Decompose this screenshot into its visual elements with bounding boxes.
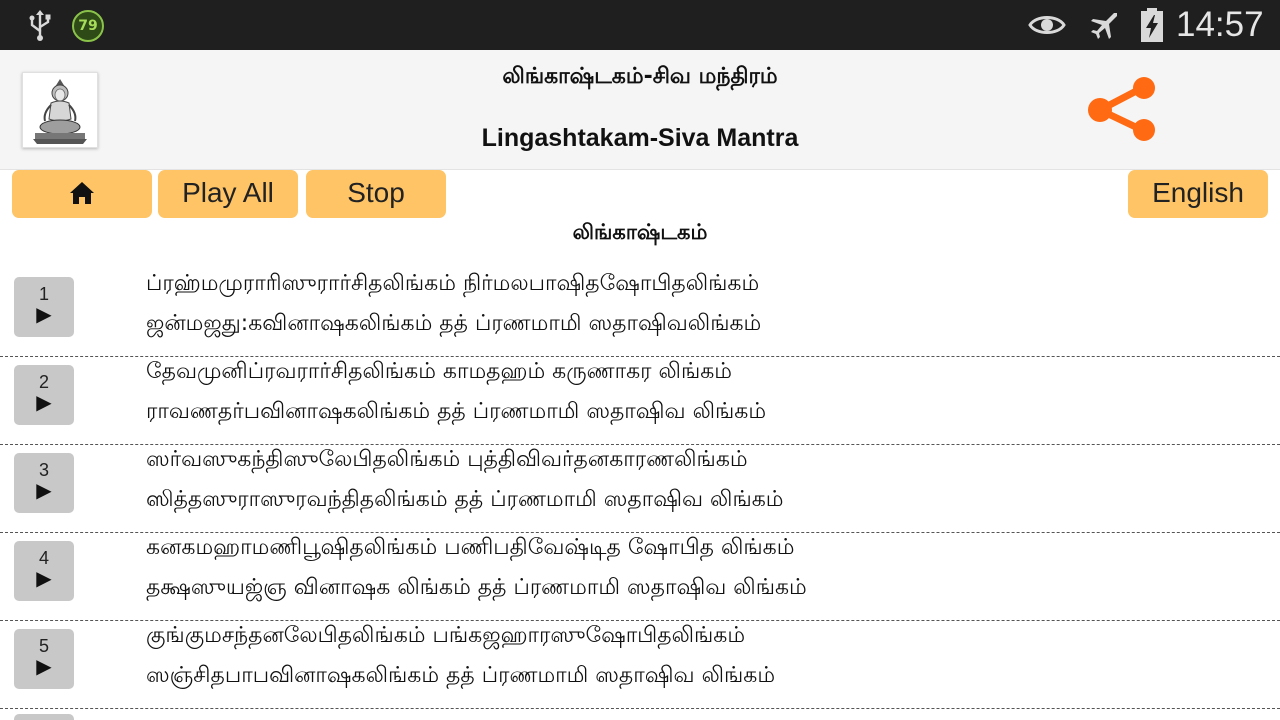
app-header: லிங்காஷ்டகம்-சிவ மந்திரம் Lingashtakam-S…: [0, 50, 1280, 170]
play-icon: ▶: [36, 302, 52, 326]
verse-number: 1: [38, 284, 49, 304]
verse-number: 4: [38, 548, 49, 568]
verse-line: ஸர்வஸுகந்திஸுலேபிதலிங்கம் புத்திவிவர்தனக…: [146, 447, 748, 472]
verse-number: 2: [38, 372, 49, 392]
notification-79-icon: 79: [72, 10, 104, 42]
verse-line: தேவமுனிப்ரவரார்சிதலிங்கம் காமதஹம் கருணாக…: [146, 359, 732, 384]
verse-line: ஜன்மஜது:கவினாஷகலிங்கம் தத் ப்ரணமாமி ஸதாஷ…: [146, 311, 762, 336]
share-icon[interactable]: [1082, 74, 1162, 146]
verse-play-button[interactable]: 1 ▶: [14, 277, 74, 337]
verse-play-button[interactable]: 2 ▶: [14, 365, 74, 425]
verse-play-button[interactable]: 4 ▶: [14, 541, 74, 601]
eye-icon: [1028, 16, 1066, 34]
verse-play-button[interactable]: 5 ▶: [14, 629, 74, 689]
verse-row: 5 ▶ குங்குமசந்தனலேபிதலிங்கம் பங்கஜஹாரஸுஷ…: [0, 621, 1280, 709]
verse-row: 2 ▶ தேவமுனிப்ரவரார்சிதலிங்கம் காமதஹம் கர…: [0, 357, 1280, 445]
verse-row: 4 ▶ கனகமஹாமணிபூஷிதலிங்கம் பணிபதிவேஷ்டித …: [0, 533, 1280, 621]
verse-line: ஸஞ்சிதபாபவினாஷகலிங்கம் தத் ப்ரணமாமி ஸதாஷ…: [146, 663, 776, 688]
verse-line: தக்ஷஸுயஜ்ஞ வினாஷக லிங்கம் தத் ப்ரணமாமி ஸ…: [146, 575, 807, 600]
usb-icon: [29, 10, 51, 41]
stop-button[interactable]: Stop: [306, 170, 446, 218]
verse-line: ராவணதர்பவினாஷகலிங்கம் தத் ப்ரணமாமி ஸதாஷி…: [146, 399, 767, 424]
verse-number: 3: [38, 460, 49, 480]
verse-play-button-partial[interactable]: [14, 714, 74, 720]
language-toggle-button[interactable]: English: [1128, 170, 1268, 218]
verse-line: ஸித்தஸுராஸுரவந்திதலிங்கம் தத் ப்ரணமாமி ஸ…: [146, 487, 784, 512]
play-icon: ▶: [36, 566, 52, 590]
home-button[interactable]: [12, 170, 152, 218]
verse-line: ப்ரஹ்மமுராரிஸுரார்சிதலிங்கம் நிர்மலபாஷித…: [146, 271, 760, 296]
battery-charging-icon: [1141, 8, 1163, 42]
airplane-mode-icon: [1091, 13, 1117, 39]
play-icon: ▶: [36, 390, 52, 414]
home-icon: [70, 182, 94, 204]
verse-line: கனகமஹாமணிபூஷிதலிங்கம் பணிபதிவேஷ்டித ஷோபி…: [146, 535, 795, 560]
verse-line: குங்குமசந்தனலேபிதலிங்கம் பங்கஜஹாரஸுஷோபித…: [146, 623, 746, 648]
verse-number: 5: [38, 636, 49, 656]
play-all-button[interactable]: Play All: [158, 170, 298, 218]
clock: 14:57: [1176, 5, 1264, 44]
verse-row: 1 ▶ ப்ரஹ்மமுராரிஸுரார்சிதலிங்கம் நிர்மலப…: [0, 269, 1280, 357]
verse-play-button[interactable]: 3 ▶: [14, 453, 74, 513]
status-bar: 79 14:57: [0, 0, 1280, 50]
verse-row: 3 ▶ ஸர்வஸுகந்திஸுலேபிதலிங்கம் புத்திவிவர…: [0, 445, 1280, 533]
play-icon: ▶: [36, 478, 52, 502]
section-title: லிங்காஷ்டகம்: [572, 220, 708, 244]
play-icon: ▶: [36, 654, 52, 678]
